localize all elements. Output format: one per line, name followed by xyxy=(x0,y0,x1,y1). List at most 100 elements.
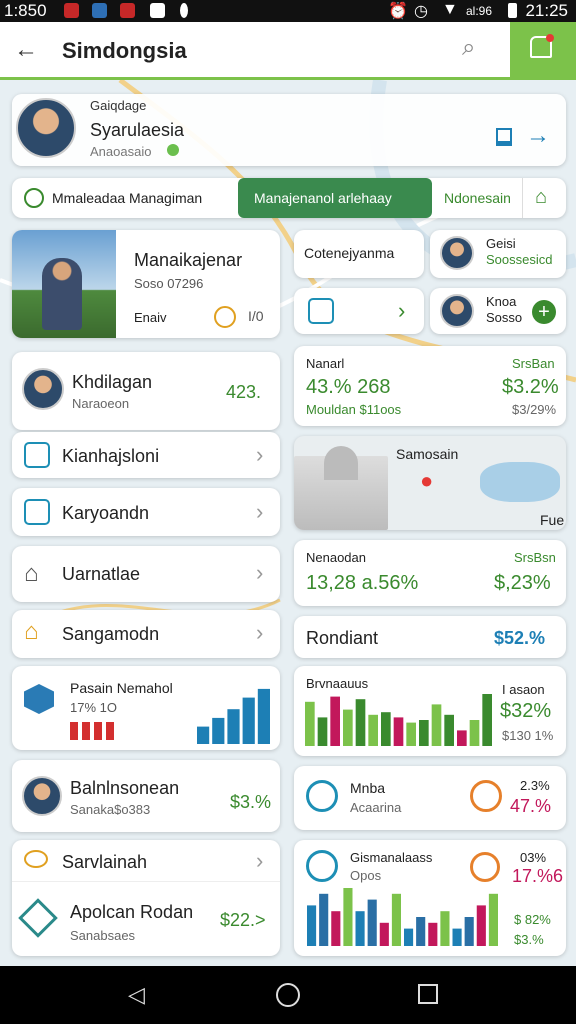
chart-bar xyxy=(381,712,391,746)
user-card-1[interactable]: Geisi Soossesicd xyxy=(430,230,566,278)
home-nav-icon[interactable] xyxy=(276,983,300,1007)
list-item-label: Sarvlainah xyxy=(62,852,148,872)
hexagon-icon xyxy=(24,684,54,714)
profile-sub: Anaoasaio xyxy=(90,144,152,159)
map-label: Samosain xyxy=(396,446,459,462)
person-name: Khdilagan xyxy=(72,372,153,392)
map-card[interactable]: Samosain ● Fue xyxy=(294,436,566,530)
chart-bar xyxy=(343,709,353,746)
refresh-icon[interactable] xyxy=(214,306,236,328)
featured-footer: Enaiv xyxy=(134,310,167,325)
stat-card[interactable]: Nenaodan 13,28 a.56% SrsBsn $,23% xyxy=(294,540,566,606)
map-pin-icon[interactable]: ● xyxy=(420,468,433,494)
list-item-label: Sangamodn xyxy=(62,624,160,644)
person-row[interactable]: Balnlnsonean Sanaka$o383 $3.% xyxy=(12,760,280,832)
tab-indonesia[interactable]: Ndonesain xyxy=(444,190,511,206)
stat-right-label: SrsBsn xyxy=(514,550,556,565)
bar-chart xyxy=(305,694,492,746)
chart-card[interactable]: Pasain Nemahol 17% 1O xyxy=(12,666,280,750)
search-icon xyxy=(470,852,500,882)
house-icon: ⌂ xyxy=(24,618,39,645)
list-item[interactable]: Sarvlainah › xyxy=(12,840,280,882)
metric-row[interactable]: Mnba Acaarina 2.3% 47.% xyxy=(294,766,566,830)
metric-chart-card[interactable]: Gismanalaass Opos 03% 17.%6 $ 82% $3.% xyxy=(294,840,566,956)
chart-bar xyxy=(440,911,450,946)
profile-name: Syarulaesia xyxy=(90,120,185,140)
status-time: 1:850 xyxy=(4,1,47,20)
chart-bar xyxy=(482,694,492,746)
app-bar: ← Simdongsia ⌕ xyxy=(0,22,576,80)
list-item[interactable]: ⌂ Sangamodn › xyxy=(12,610,280,658)
chart-bar xyxy=(469,720,480,746)
grouped-card: Sarvlainah › Apolcan Rodan Sanabsaes $22… xyxy=(12,840,280,956)
person-row[interactable]: Khdilagan Naraoeon 423. xyxy=(12,352,280,430)
chevron-right-icon: › xyxy=(256,499,264,524)
user2-name: Knoa xyxy=(486,294,517,309)
chart-bar xyxy=(393,717,404,746)
chart-bar xyxy=(331,911,341,946)
tab-management[interactable]: Mmaleadaa Managiman xyxy=(52,190,202,206)
chart-bar xyxy=(227,709,240,744)
chart-bar xyxy=(406,722,416,746)
money-icon xyxy=(24,499,50,525)
back-icon[interactable]: ← xyxy=(14,36,38,64)
featured-card[interactable]: Manaikajenar Soso 07296 Enaiv I/0 xyxy=(12,230,280,338)
lake-shape xyxy=(480,462,560,502)
user-card-2[interactable]: Knoa Sosso + xyxy=(430,288,566,334)
stat-card[interactable]: Rondiant $52.% xyxy=(294,616,566,658)
chart-bar xyxy=(343,888,353,946)
metric-sub: Acaarina xyxy=(350,800,402,815)
tab-home[interactable]: ⌂ xyxy=(522,178,566,218)
avatar xyxy=(22,368,64,410)
back-nav-icon[interactable]: ◁ xyxy=(128,982,145,1008)
dot-icon xyxy=(180,3,188,18)
recents-nav-icon[interactable] xyxy=(418,984,438,1004)
message-icon xyxy=(308,298,334,324)
metric-value: 47.% xyxy=(510,796,552,816)
search-icon[interactable]: ⌕ xyxy=(462,34,475,62)
tab-active[interactable]: Manajenanol arlehaay xyxy=(238,178,432,218)
chart-bar xyxy=(367,899,377,946)
wifi-icon: ▼ xyxy=(442,1,458,18)
arrow-right-icon[interactable]: → xyxy=(526,122,550,150)
avatar xyxy=(440,236,474,270)
avatar xyxy=(22,776,62,816)
stat-label: Nenaodan xyxy=(306,550,366,565)
chart-bar xyxy=(305,701,315,746)
featured-image xyxy=(12,230,116,338)
metric-sub: Opos xyxy=(350,868,382,883)
search-card[interactable]: Cotenejyanma xyxy=(294,230,424,278)
chart-right-label: I asaon xyxy=(502,682,545,697)
app-title: Simdongsia xyxy=(62,38,187,63)
stat-right-value: $,23% xyxy=(494,572,551,594)
list-item[interactable]: ⌂ Uarnatlae › xyxy=(12,546,280,602)
bookmark-icon[interactable] xyxy=(496,128,512,146)
list-item-label: Karyoandn xyxy=(62,503,150,523)
avatar xyxy=(440,294,474,328)
chart-card[interactable]: Brvnaauus I asaon $32% $130 1% xyxy=(294,666,566,756)
clock-text: 21:25 xyxy=(525,1,568,20)
stat-card[interactable]: Nanarl 43.% 268 Mouldan $11oos SrsBan $3… xyxy=(294,346,566,426)
profile-card[interactable]: Gaiqdage Syarulaesia Anaoasaio → xyxy=(12,94,566,166)
list-item[interactable]: Karyoandn › xyxy=(12,488,280,536)
chart-bar xyxy=(419,720,429,746)
chart-bar xyxy=(368,714,378,746)
stat-right-value: $3.2% xyxy=(502,376,559,398)
metric-name: Mnba xyxy=(350,780,386,796)
list-item-label: Uarnatlae xyxy=(62,564,141,584)
chart-right-value: $32% xyxy=(500,700,552,722)
stat-value: 43.% 268 xyxy=(306,376,391,398)
stat-label: Nanarl xyxy=(306,356,345,371)
chart-bar xyxy=(319,893,329,946)
message-card[interactable]: › xyxy=(294,288,424,334)
battery-icon xyxy=(508,3,517,18)
list-item[interactable]: Kianhajsloni › xyxy=(12,432,280,478)
stat-label: Rondiant xyxy=(306,628,379,648)
tab-bar: Mmaleadaa Managiman Manajenanol arlehaay… xyxy=(12,178,566,218)
add-icon[interactable]: + xyxy=(532,300,556,324)
signal-text: al:96 xyxy=(466,4,493,18)
nav-bar: ◁ xyxy=(0,966,576,1024)
list-item-label: Kianhajsloni xyxy=(62,446,160,466)
badge-dot xyxy=(546,34,554,42)
person-sub: Sanaka$o383 xyxy=(70,802,151,817)
